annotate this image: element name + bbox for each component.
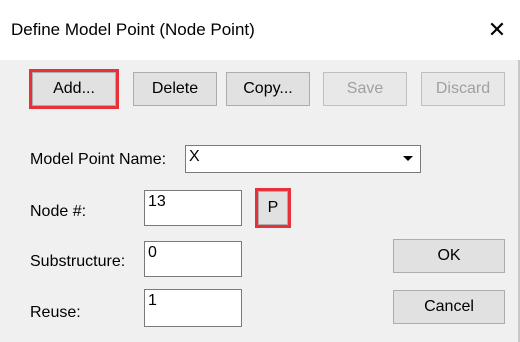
substructure-label: Substructure: [30, 253, 126, 270]
dropdown-toggle[interactable] [396, 146, 420, 172]
ok-button[interactable]: OK [393, 239, 505, 273]
ok-button-label: OK [437, 247, 461, 264]
reuse-label: Reuse: [30, 304, 81, 321]
reuse-value: 1 [148, 292, 157, 309]
node-number-input[interactable]: 13 [144, 190, 242, 226]
add-button[interactable]: Add... [29, 69, 119, 109]
node-number-value: 13 [148, 193, 166, 210]
save-button-label: Save [346, 80, 384, 97]
add-button-label: Add... [53, 80, 95, 97]
model-point-name-dropdown[interactable]: X [185, 145, 421, 173]
dialog-body: Add... Delete Copy... Save Discard Model… [0, 60, 518, 342]
close-button[interactable]: ✕ [474, 0, 520, 60]
copy-button[interactable]: Copy... [226, 72, 310, 106]
discard-button-label: Discard [435, 80, 491, 97]
substructure-input[interactable]: 0 [144, 241, 242, 277]
substructure-value: 0 [148, 244, 157, 261]
pick-node-button-label: P [267, 199, 279, 216]
copy-button-label: Copy... [243, 80, 293, 97]
model-point-name-label: Model Point Name: [30, 151, 167, 168]
reuse-input[interactable]: 1 [144, 289, 242, 327]
pick-node-button[interactable]: P [255, 188, 291, 228]
save-button[interactable]: Save [323, 72, 407, 106]
discard-button[interactable]: Discard [421, 72, 505, 106]
delete-button-label: Delete [151, 80, 199, 97]
close-icon: ✕ [487, 17, 507, 42]
delete-button[interactable]: Delete [133, 72, 217, 106]
title-bar: Define Model Point (Node Point) ✕ [0, 0, 520, 60]
window-title: Define Model Point (Node Point) [11, 20, 255, 39]
cancel-button[interactable]: Cancel [393, 290, 505, 324]
chevron-down-icon [403, 156, 413, 161]
node-number-label: Node #: [30, 203, 87, 220]
model-point-name-value: X [189, 148, 200, 165]
cancel-button-label: Cancel [424, 298, 474, 315]
